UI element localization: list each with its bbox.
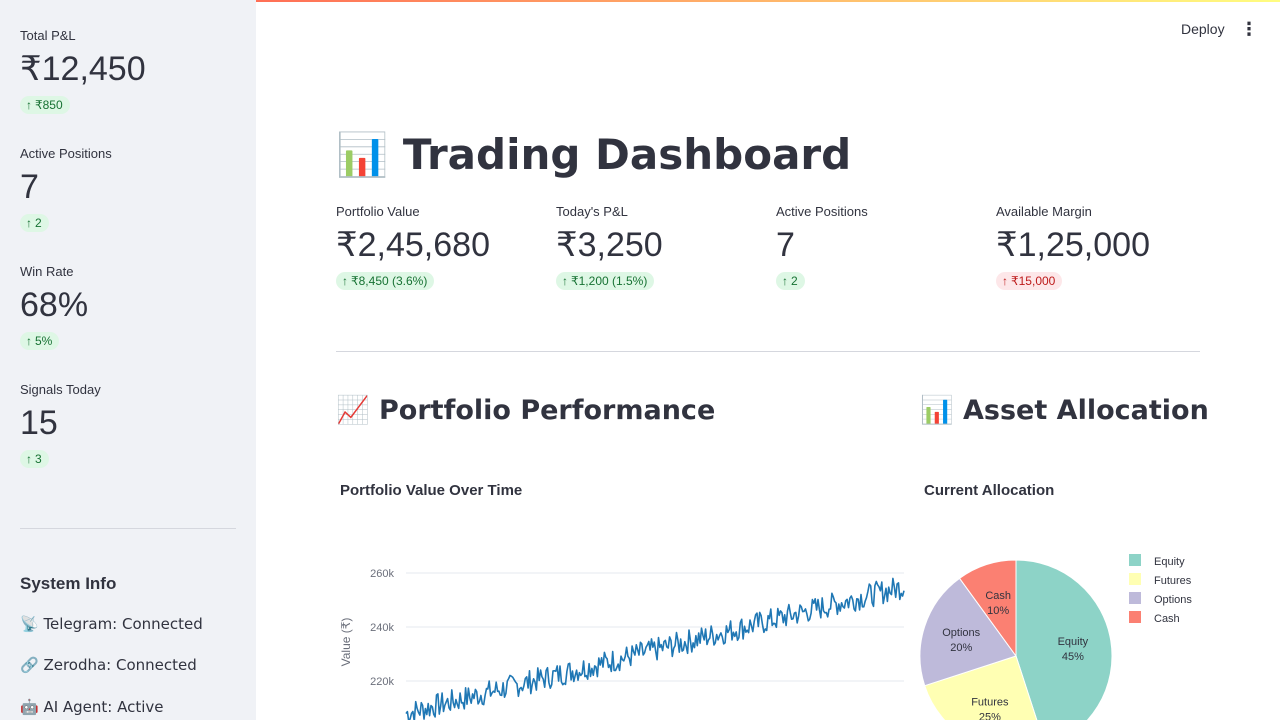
legend-swatch (1129, 554, 1141, 566)
metric-label: Available Margin (996, 204, 1092, 219)
page-title: 📊 Trading Dashboard (336, 130, 852, 179)
arrow-up-icon: ↑ (1002, 274, 1008, 289)
legend-swatch (1129, 573, 1141, 585)
pie-label-percent: 10% (987, 605, 1009, 617)
y-axis-label: Value (₹) (339, 618, 353, 667)
metric-delta: ↑ 5% (20, 332, 60, 351)
pie-label-name: Options (942, 627, 980, 639)
sidebar-metric-active-positions: Active Positions 7 ↑ 2 (20, 146, 112, 233)
metric-delta: ↑ 3 (20, 450, 49, 469)
metric-label: Total P&L (20, 28, 76, 43)
system-info-title: System Info (20, 574, 117, 593)
pie-label-percent: 45% (1062, 651, 1084, 663)
portfolio-value-series-line (405, 577, 905, 720)
metric-value: 15 (20, 404, 58, 442)
legend-swatch (1129, 611, 1141, 623)
metric-label: Active Positions (20, 146, 112, 161)
metric-value: ₹1,25,000 (996, 226, 1150, 264)
metric-value: 68% (20, 286, 89, 324)
metric-label: Win Rate (20, 264, 74, 279)
arrow-up-icon: ↑ (26, 452, 32, 467)
metric-delta: ↑ ₹8,450 (3.6%) (336, 272, 435, 291)
portfolio-performance-heading: 📈 Portfolio Performance (336, 395, 716, 426)
metric-label: Signals Today (20, 382, 101, 397)
arrow-up-icon: ↑ (26, 334, 32, 349)
metric-active-positions: Active Positions 7 ↑ 2 (776, 204, 868, 291)
metric-delta: ↑ ₹850 (20, 96, 70, 115)
arrow-up-icon: ↑ (26, 98, 32, 113)
sidebar-metric-signals-today: Signals Today 15 ↑ 3 (20, 382, 101, 469)
pie-chart-title: Current Allocation (924, 482, 1055, 499)
sidebar-divider (20, 528, 236, 529)
line-chart-title: Portfolio Value Over Time (340, 482, 523, 499)
section-divider (336, 351, 1200, 352)
y-tick-label: 220k (370, 676, 394, 688)
arrow-up-icon: ↑ (342, 274, 348, 289)
metric-value: ₹12,450 (20, 50, 146, 88)
metric-delta: ↑ ₹1,200 (1.5%) (556, 272, 655, 291)
arrow-up-icon: ↑ (782, 274, 788, 289)
y-tick-label: 260k (370, 568, 394, 580)
metric-delta: ↑ 2 (20, 214, 49, 233)
deploy-button[interactable]: Deploy (1181, 21, 1225, 37)
pie-label-percent: 20% (950, 642, 972, 654)
metric-value: 7 (776, 226, 795, 264)
pie-label-name: Cash (985, 590, 1011, 602)
metric-value: 7 (20, 168, 39, 206)
legend-label: Equity (1154, 556, 1185, 568)
allocation-pie-chart[interactable]: Equity 45% Futures 25% Options 20% Cash 10% Equ… (916, 548, 1206, 720)
y-tick-label: 240k (370, 622, 394, 634)
metric-delta: ↑ ₹15,000 (996, 272, 1063, 291)
legend-label: Futures (1154, 575, 1192, 587)
metric-portfolio-value: Portfolio Value ₹2,45,680 ↑ ₹8,450 (3.6%) (336, 204, 490, 291)
pie-label-percent: 25% (979, 711, 1001, 720)
pie-label-name: Futures (971, 696, 1009, 708)
metric-value: ₹2,45,680 (336, 226, 490, 264)
portfolio-line-chart[interactable]: 220k 240k 260k Value (₹) (336, 520, 908, 720)
system-info-telegram: 📡 Telegram: Connected (20, 615, 203, 633)
arrow-up-icon: ↑ (26, 216, 32, 231)
system-info-zerodha: 🔗 Zerodha: Connected (20, 656, 197, 674)
metric-delta: ↑ 2 (776, 272, 805, 291)
metric-label: Portfolio Value (336, 204, 420, 219)
sidebar-metric-win-rate: Win Rate 68% ↑ 5% (20, 264, 89, 351)
legend-label: Cash (1154, 613, 1180, 625)
sidebar: Total P&L ₹12,450 ↑ ₹850 Active Positions… (0, 0, 256, 720)
pie-label-name: Equity (1058, 636, 1089, 648)
system-info-ai-agent: 🤖 AI Agent: Active (20, 698, 164, 716)
asset-allocation-heading: 📊 Asset Allocation (920, 395, 1209, 426)
metric-label: Active Positions (776, 204, 868, 219)
metric-todays-pnl: Today's P&L ₹3,250 ↑ ₹1,200 (1.5%) (556, 204, 663, 291)
metric-available-margin: Available Margin ₹1,25,000 ↑ ₹15,000 (996, 204, 1150, 291)
legend-label: Options (1154, 594, 1192, 606)
kebab-menu-icon[interactable]: ⋮ (1240, 20, 1258, 40)
metric-label: Today's P&L (556, 204, 628, 219)
metric-value: ₹3,250 (556, 226, 663, 264)
arrow-up-icon: ↑ (562, 274, 568, 289)
legend-swatch (1129, 592, 1141, 604)
sidebar-metric-total-pnl: Total P&L ₹12,450 ↑ ₹850 (20, 28, 146, 115)
